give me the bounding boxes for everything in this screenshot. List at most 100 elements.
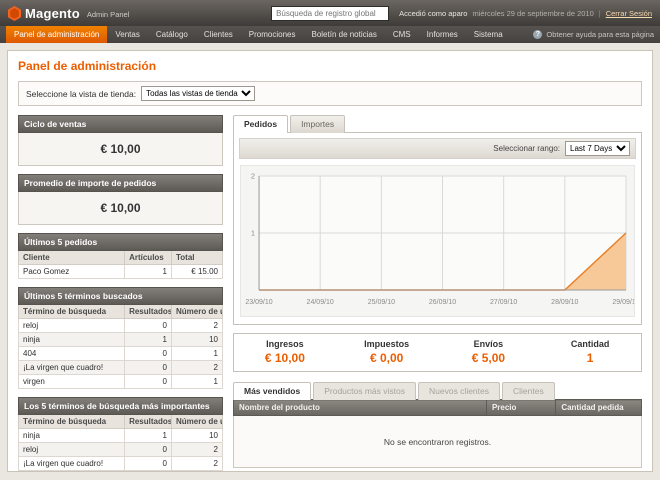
table-row[interactable]: ¡La virgen que cuadro! 0 2 (19, 457, 223, 471)
col-total: Total (171, 251, 222, 265)
nav-item-dashboard[interactable]: Panel de administración (6, 26, 107, 43)
help-icon: ? (533, 30, 542, 39)
table-row[interactable]: 404 0 1 (19, 347, 223, 361)
cell-results: 1 (125, 429, 172, 443)
stat-value: € 5,00 (438, 351, 540, 365)
stat-value: € 0,00 (336, 351, 438, 365)
svg-text:23/09/10: 23/09/10 (245, 299, 272, 306)
col-results: Resultados (125, 305, 172, 319)
last-orders-table: Cliente Artículos Total Paco Gomez 1 € 1… (18, 251, 223, 279)
table-row[interactable]: ninja 1 10 (19, 429, 223, 443)
cell-term: ¡La virgen que cuadro! (19, 457, 125, 471)
cell-uses: 2 (171, 457, 222, 471)
logout-link[interactable]: Cerrar Sesión (606, 9, 652, 18)
nav-item-boletin[interactable]: Boletín de noticias (303, 26, 384, 43)
cell-results: 0 (125, 319, 172, 333)
session-info: Accedió como aparo miércoles 29 de septi… (399, 9, 652, 18)
cell-uses: 1 (171, 471, 222, 473)
svg-text:28/09/10: 28/09/10 (551, 299, 578, 306)
table-row[interactable]: ninja 1 10 (19, 333, 223, 347)
tab-clientes[interactable]: Clientes (502, 382, 555, 400)
content-area: Panel de administración Seleccione la vi… (7, 50, 653, 472)
store-view-switcher: Seleccione la vista de tienda: Todas las… (18, 81, 642, 106)
logged-in-as: Accedió como aparo (399, 9, 467, 18)
top-bar: Magento Admin Panel Accedió como aparo m… (0, 0, 660, 26)
cell-term: ninja (19, 333, 125, 347)
bestsellers-table: Nombre del producto Precio Cantidad pedi… (233, 399, 642, 468)
col-articulos: Artículos (125, 251, 172, 265)
stat-label: Cantidad (539, 339, 641, 349)
col-term: Término de búsqueda (19, 305, 125, 319)
stat-label: Impuestos (336, 339, 438, 349)
last-search-terms-box: Últimos 5 términos buscados Término de b… (18, 287, 223, 389)
store-view-select[interactable]: Todas las vistas de tienda (141, 86, 255, 101)
cell-term: reloj (19, 319, 125, 333)
col-cliente: Cliente (19, 251, 125, 265)
col-uses: Número de usos (171, 415, 222, 429)
cell-term: ninja (19, 429, 125, 443)
cell-articulos: 1 (125, 265, 172, 279)
avg-order-title: Promedio de importe de pedidos (18, 174, 223, 192)
stat-value: € 10,00 (234, 351, 336, 365)
last-search-title: Últimos 5 términos buscados (18, 287, 223, 305)
cell-uses: 10 (171, 429, 222, 443)
nav-item-clientes[interactable]: Clientes (196, 26, 241, 43)
cell-results: 1 (125, 333, 172, 347)
nav-item-informes[interactable]: Informes (419, 26, 466, 43)
tab-nuevos-clientes[interactable]: Nuevos clientes (418, 382, 500, 400)
tab-productos-mas-vistos[interactable]: Productos más vistos (313, 382, 416, 400)
cell-results: 0 (125, 375, 172, 389)
cell-uses: 2 (171, 361, 222, 375)
stat-value: 1 (539, 351, 641, 365)
table-row[interactable]: ¡La virgen que cuadro! 0 2 (19, 361, 223, 375)
table-row[interactable]: reloj 0 2 (19, 443, 223, 457)
top-search-title: Los 5 términos de búsqueda más important… (18, 397, 223, 415)
cell-term: ¡La virgen que cuadro! (19, 361, 125, 375)
cell-cliente: Paco Gomez (19, 265, 125, 279)
cell-term: 404 (19, 471, 125, 473)
tab-pedidos[interactable]: Pedidos (233, 115, 288, 133)
cell-term: reloj (19, 443, 125, 457)
tab-importes[interactable]: Importes (290, 115, 345, 133)
table-row[interactable]: reloj 0 2 (19, 319, 223, 333)
separator: | (599, 9, 601, 18)
svg-text:26/09/10: 26/09/10 (429, 299, 456, 306)
nav-item-cms[interactable]: CMS (385, 26, 419, 43)
table-row[interactable]: virgen 0 1 (19, 375, 223, 389)
stat-label: Ingresos (234, 339, 336, 349)
last-orders-box: Últimos 5 pedidos Cliente Artículos Tota… (18, 233, 223, 279)
current-date: miércoles 29 de septiembre de 2010 (472, 9, 593, 18)
magento-logo: Magento Admin Panel (8, 6, 129, 21)
cell-uses: 1 (171, 347, 222, 361)
avg-order-value: € 10,00 (18, 192, 223, 225)
svg-text:25/09/10: 25/09/10 (368, 299, 395, 306)
help-link[interactable]: ? Obtener ayuda para esta página (533, 26, 654, 43)
cell-results: 0 (125, 361, 172, 375)
svg-text:2: 2 (251, 172, 255, 181)
cell-uses: 2 (171, 443, 222, 457)
products-tabs: Más vendidos Productos más vistos Nuevos… (233, 382, 642, 400)
store-view-label: Seleccione la vista de tienda: (26, 89, 136, 99)
table-row[interactable]: Paco Gomez 1 € 15.00 (19, 265, 223, 279)
totals-bar: Ingresos € 10,00 Impuestos € 0,00 Envíos… (233, 333, 642, 372)
nav-item-catalogo[interactable]: Catálogo (148, 26, 196, 43)
page-title: Panel de administración (18, 59, 642, 73)
nav-item-sistema[interactable]: Sistema (466, 26, 511, 43)
chart-tabs: Pedidos Importes (233, 115, 642, 133)
nav-item-ventas[interactable]: Ventas (107, 26, 147, 43)
nav-item-promociones[interactable]: Promociones (241, 26, 304, 43)
main-nav: Panel de administración Ventas Catálogo … (0, 26, 660, 43)
cell-results: 0 (125, 443, 172, 457)
col-qty-ordered: Cantidad pedida (556, 400, 642, 416)
range-bar: Seleccionar rango: Last 7 Days (239, 138, 636, 159)
tab-mas-vendidos[interactable]: Más vendidos (233, 382, 311, 400)
last-search-terms-table: Término de búsqueda Resultados Número de… (18, 305, 223, 389)
cell-results: 0 (125, 457, 172, 471)
range-select[interactable]: Last 7 Days (565, 141, 630, 156)
cell-uses: 1 (171, 375, 222, 389)
no-records-message: No se encontraron registros. (234, 416, 642, 468)
cell-results: 0 (125, 347, 172, 361)
table-row[interactable]: 404 0 1 (19, 471, 223, 473)
cell-term: virgen (19, 375, 125, 389)
global-search-input[interactable] (271, 6, 389, 21)
